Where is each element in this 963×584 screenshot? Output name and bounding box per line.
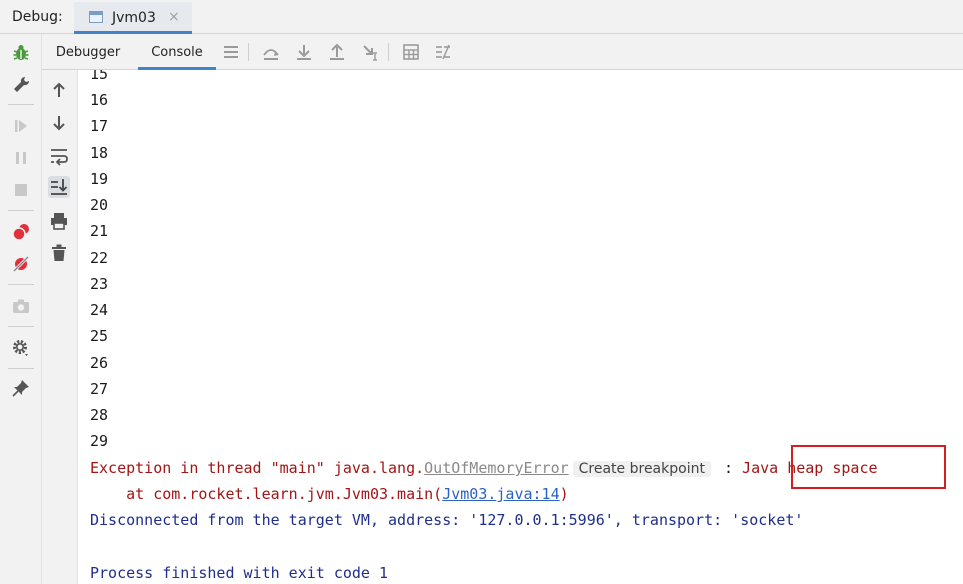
mute-breakpoints-icon[interactable] xyxy=(11,254,31,274)
stack-trace-line: at com.rocket.learn.jvm.Jvm03.main(Jvm03… xyxy=(90,484,569,504)
toolbar-separator xyxy=(8,104,34,105)
run-config-tab[interactable]: Jvm03 × xyxy=(74,2,192,34)
exception-separator: : xyxy=(714,459,743,477)
toolbar-separator xyxy=(8,326,34,327)
stack-trace-suffix: ) xyxy=(559,485,569,503)
toolbar-separator xyxy=(388,43,389,61)
highlight-annotation-box xyxy=(791,445,946,489)
console-line: 15 xyxy=(90,70,109,83)
camera-icon[interactable] xyxy=(11,296,31,316)
application-window-icon xyxy=(89,11,103,23)
step-into-icon[interactable] xyxy=(295,43,313,61)
debug-bug-icon[interactable] xyxy=(11,43,31,63)
source-location-link[interactable]: Jvm03.java:14 xyxy=(442,485,559,503)
console-line: 29 xyxy=(90,432,109,450)
resume-icon[interactable] xyxy=(11,116,31,136)
console-line: 28 xyxy=(90,406,109,424)
print-icon[interactable] xyxy=(48,210,70,232)
trace-icon[interactable] xyxy=(434,43,452,61)
console-tool-strip xyxy=(42,70,78,584)
run-config-tab-label: Jvm03 xyxy=(112,10,156,26)
pin-icon[interactable] xyxy=(11,378,31,398)
console-line: 25 xyxy=(90,327,109,345)
evaluate-expression-icon[interactable] xyxy=(402,43,420,61)
tab-console[interactable]: Console xyxy=(138,34,216,70)
toolbar-separator xyxy=(8,210,34,211)
console-line: 22 xyxy=(90,249,109,267)
tab-debugger[interactable]: Debugger xyxy=(48,34,128,70)
stop-icon[interactable] xyxy=(11,180,31,200)
console-line: 16 xyxy=(90,91,109,109)
up-arrow-icon[interactable] xyxy=(48,79,70,101)
toolbar-separator xyxy=(8,284,34,285)
step-out-icon[interactable] xyxy=(328,43,346,61)
console-line: 24 xyxy=(90,301,109,319)
settings-icon[interactable] xyxy=(11,338,31,358)
down-arrow-icon[interactable] xyxy=(48,112,70,134)
exception-line: Exception in thread "main" java.lang.Out… xyxy=(90,458,878,479)
toolbar-separator xyxy=(248,43,249,61)
console-line: 21 xyxy=(90,222,109,240)
process-finished-line: Process finished with exit code 1 xyxy=(90,564,389,582)
console-line: 23 xyxy=(90,275,109,293)
wrench-icon[interactable] xyxy=(11,75,31,95)
debug-toolbar: Debugger Console xyxy=(42,34,963,70)
console-line: 18 xyxy=(90,144,109,162)
disconnected-line: Disconnected from the target VM, address… xyxy=(90,511,804,529)
title-bar: Debug: Jvm03 × xyxy=(0,0,963,34)
console-line: 26 xyxy=(90,354,109,372)
debug-title-label: Debug: xyxy=(12,9,63,25)
soft-wrap-icon[interactable] xyxy=(48,145,70,167)
console-line: 19 xyxy=(90,170,109,188)
exception-prefix: Exception in thread "main" java.lang. xyxy=(90,459,425,477)
trash-icon[interactable] xyxy=(48,242,70,264)
run-to-cursor-icon[interactable] xyxy=(361,43,379,61)
close-icon[interactable]: × xyxy=(168,9,180,25)
console-line: 27 xyxy=(90,380,109,398)
menu-icon[interactable] xyxy=(222,43,240,61)
debug-tool-strip xyxy=(0,34,42,584)
show-execution-point-icon[interactable] xyxy=(262,43,280,61)
console-line: 20 xyxy=(90,196,109,214)
create-breakpoint-button[interactable]: Create breakpoint xyxy=(572,461,711,477)
console-line: 17 xyxy=(90,117,109,135)
exception-class-link[interactable]: OutOfMemoryError xyxy=(424,459,569,477)
stack-trace-prefix: at com.rocket.learn.jvm.Jvm03.main( xyxy=(90,485,443,503)
view-breakpoints-icon[interactable] xyxy=(11,222,31,242)
scroll-to-end-icon[interactable] xyxy=(48,176,70,198)
console-output[interactable]: 15 16 17 18 19 20 21 22 23 24 25 26 27 2… xyxy=(78,70,963,584)
pause-icon[interactable] xyxy=(11,148,31,168)
toolbar-separator xyxy=(8,368,34,369)
